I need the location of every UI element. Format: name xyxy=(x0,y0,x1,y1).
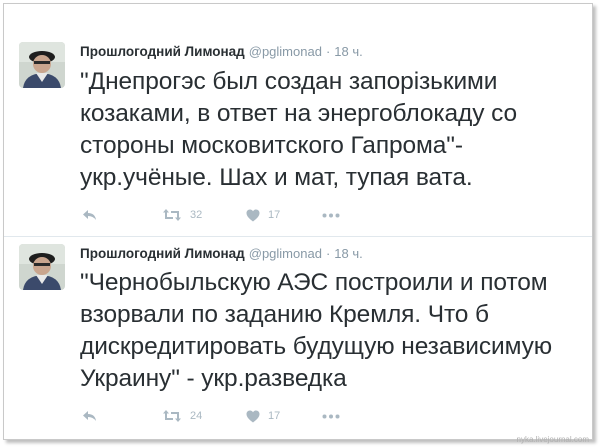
retweet-count: 32 xyxy=(190,209,203,221)
author-handle[interactable]: @pglimonad xyxy=(249,44,322,59)
reply-icon xyxy=(82,409,98,423)
retweet-icon xyxy=(162,208,182,222)
author-name[interactable]: Прошлогодний Лимонад xyxy=(80,44,245,59)
tweet: Прошлогодний Лимонад @pglimonad · 18 ч. "Че… xyxy=(4,237,592,439)
heart-icon xyxy=(246,410,260,423)
timestamp[interactable]: 18 ч. xyxy=(334,44,362,59)
more-icon xyxy=(322,213,340,218)
more-button[interactable] xyxy=(322,406,340,426)
separator: · xyxy=(325,246,331,261)
heart-icon xyxy=(246,209,260,222)
tweets-screenshot: Прошлогодний Лимонад @pglimonad · 18 ч. "Дн… xyxy=(3,3,593,440)
tweet-text: "Чернобыльскую АЭС построили и потом взо… xyxy=(80,269,553,392)
tweet-header: Прошлогодний Лимонад @pglimonad · 18 ч. xyxy=(80,44,363,59)
watermark: nyka.livejournal.com xyxy=(516,435,589,444)
more-icon xyxy=(322,414,340,419)
separator: · xyxy=(325,44,331,59)
tweet-header: Прошлогодний Лимонад @pglimonad · 18 ч. xyxy=(80,246,363,261)
like-button[interactable]: 17 xyxy=(246,406,280,426)
author-handle[interactable]: @pglimonad xyxy=(249,246,322,261)
tweet-actions: 32 17 xyxy=(80,205,380,225)
like-count: 17 xyxy=(268,410,281,422)
reply-button[interactable] xyxy=(82,406,98,426)
tweet-text: "Днепрогэс был создан запорізькими козак… xyxy=(80,68,518,191)
reply-button[interactable] xyxy=(82,205,98,225)
author-name[interactable]: Прошлогодний Лимонад xyxy=(80,246,245,261)
tweet: Прошлогодний Лимонад @pglimonad · 18 ч. "Дн… xyxy=(4,4,592,237)
avatar[interactable] xyxy=(19,244,65,290)
more-button[interactable] xyxy=(322,205,340,225)
avatar[interactable] xyxy=(19,42,65,88)
retweet-button[interactable]: 24 xyxy=(162,406,202,426)
tweet-actions: 24 17 xyxy=(80,406,380,426)
like-button[interactable]: 17 xyxy=(246,205,280,225)
timestamp[interactable]: 18 ч. xyxy=(334,246,362,261)
retweet-icon xyxy=(162,409,182,423)
like-count: 17 xyxy=(268,209,281,221)
retweet-count: 24 xyxy=(190,410,203,422)
reply-icon xyxy=(82,208,98,222)
retweet-button[interactable]: 32 xyxy=(162,205,202,225)
